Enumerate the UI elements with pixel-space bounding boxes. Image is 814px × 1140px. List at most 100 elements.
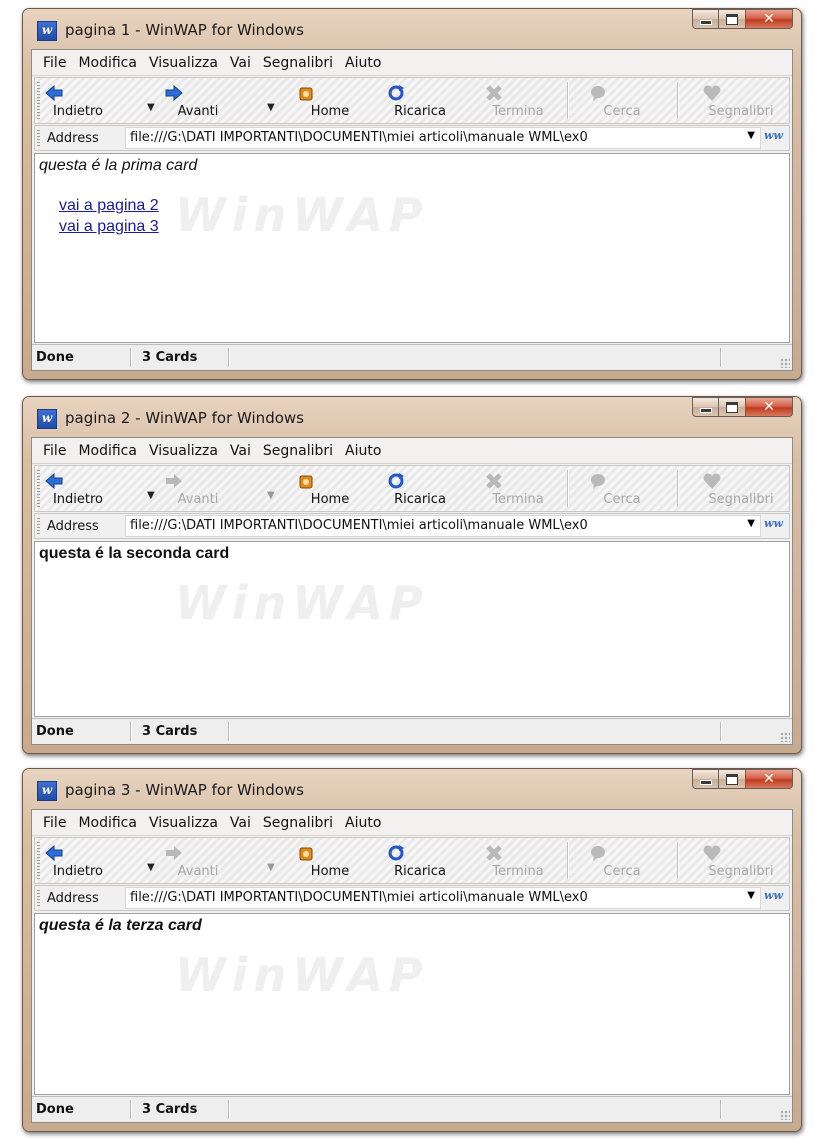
forward-button[interactable]: Avanti xyxy=(163,470,233,510)
minimize-button[interactable] xyxy=(692,769,719,789)
menu-file[interactable]: File xyxy=(43,55,66,71)
winwap-app-icon[interactable]: w xyxy=(37,781,57,801)
minimize-button[interactable] xyxy=(692,9,719,29)
reload-button[interactable]: Ricarica xyxy=(385,470,455,510)
back-dropdown-arrow-icon[interactable]: ▼ xyxy=(147,862,156,873)
address-dropdown-icon[interactable]: ▼ xyxy=(747,890,755,901)
address-grip[interactable] xyxy=(37,518,40,534)
resize-grip[interactable] xyxy=(780,732,790,742)
maximize-icon xyxy=(726,13,738,25)
menu-visualizza[interactable]: Visualizza xyxy=(149,55,218,71)
menu-file[interactable]: File xyxy=(43,443,66,459)
address-bar: Address file:///G:\DATI IMPORTANTI\DOCUM… xyxy=(34,885,790,911)
menu-vai[interactable]: Vai xyxy=(230,443,251,459)
maximize-button[interactable] xyxy=(719,9,746,29)
menu-segnalibri[interactable]: Segnalibri xyxy=(263,55,333,71)
resize-grip[interactable] xyxy=(780,1110,790,1120)
address-input[interactable]: file:///G:\DATI IMPORTANTI\DOCUMENTI\mie… xyxy=(125,515,761,537)
close-button[interactable]: ✕ xyxy=(746,769,793,789)
reload-button[interactable]: Ricarica xyxy=(385,842,455,882)
stop-button[interactable]: Termina xyxy=(483,82,553,122)
window-body: File Modifica Visualizza Vai Segnalibri … xyxy=(31,49,793,371)
menu-aiuto[interactable]: Aiuto xyxy=(345,443,381,459)
forward-dropdown-arrow-icon[interactable]: ▼ xyxy=(267,862,276,873)
search-button[interactable]: Cerca xyxy=(587,842,657,882)
back-dropdown-arrow-icon[interactable]: ▼ xyxy=(147,490,156,501)
menu-file[interactable]: File xyxy=(43,815,66,831)
link-pagina-3[interactable]: vai a pagina 3 xyxy=(59,218,159,236)
toolbar-separator xyxy=(567,82,569,119)
back-dropdown-arrow-icon[interactable]: ▼ xyxy=(147,102,156,113)
toolbar-grip[interactable] xyxy=(37,842,40,879)
forward-arrow-icon xyxy=(165,84,183,102)
menu-aiuto[interactable]: Aiuto xyxy=(345,55,381,71)
back-button[interactable]: Indietro xyxy=(43,82,113,122)
menu-segnalibri[interactable]: Segnalibri xyxy=(263,443,333,459)
toolbar-separator xyxy=(567,470,569,507)
content-area: WinWAP questa é la seconda card xyxy=(34,541,790,717)
forward-button[interactable]: Avanti xyxy=(163,82,233,122)
search-button[interactable]: Cerca xyxy=(587,82,657,122)
close-button[interactable]: ✕ xyxy=(746,397,793,417)
address-bar: Address file:///G:\DATI IMPORTANTI\DOCUM… xyxy=(34,125,790,151)
menu-modifica[interactable]: Modifica xyxy=(78,443,137,459)
status-separator xyxy=(228,722,230,741)
title-bar[interactable]: w pagina 2 - WinWAP for Windows ✕ xyxy=(23,397,801,437)
toolbar-grip[interactable] xyxy=(37,470,40,507)
winwap-go-icon[interactable]: ww xyxy=(764,889,783,902)
address-value: file:///G:\DATI IMPORTANTI\DOCUMENTI\mie… xyxy=(130,518,588,533)
back-button[interactable]: Indietro xyxy=(43,842,113,882)
winwap-app-icon[interactable]: w xyxy=(37,409,57,429)
winwap-go-icon[interactable]: ww xyxy=(764,129,783,142)
menu-aiuto[interactable]: Aiuto xyxy=(345,815,381,831)
menu-vai[interactable]: Vai xyxy=(230,55,251,71)
forward-dropdown-arrow-icon[interactable]: ▼ xyxy=(267,102,276,113)
stop-button[interactable]: Termina xyxy=(483,842,553,882)
menu-vai[interactable]: Vai xyxy=(230,815,251,831)
close-button[interactable]: ✕ xyxy=(746,9,793,29)
address-input[interactable]: file:///G:\DATI IMPORTANTI\DOCUMENTI\mie… xyxy=(125,887,761,909)
forward-label: Avanti xyxy=(177,104,219,119)
winwap-app-icon[interactable]: w xyxy=(37,21,57,41)
search-button[interactable]: Cerca xyxy=(587,470,657,510)
forward-label: Avanti xyxy=(177,492,219,507)
back-button[interactable]: Indietro xyxy=(43,470,113,510)
card-text: questa é la prima card xyxy=(39,157,198,174)
window-pagina-1: w pagina 1 - WinWAP for Windows ✕ File M… xyxy=(22,8,802,380)
bookmarks-button[interactable]: Segnalibri xyxy=(701,82,781,122)
home-button[interactable]: Home xyxy=(295,82,365,122)
search-icon xyxy=(591,846,605,861)
menu-segnalibri[interactable]: Segnalibri xyxy=(263,815,333,831)
menu-visualizza[interactable]: Visualizza xyxy=(149,443,218,459)
minimize-icon xyxy=(699,20,712,25)
link-pagina-2[interactable]: vai a pagina 2 xyxy=(59,197,159,215)
address-dropdown-icon[interactable]: ▼ xyxy=(747,130,755,141)
forward-button[interactable]: Avanti xyxy=(163,842,233,882)
bookmarks-button[interactable]: Segnalibri xyxy=(701,842,781,882)
winwap-go-icon[interactable]: ww xyxy=(764,517,783,530)
home-label: Home xyxy=(310,104,350,119)
status-separator xyxy=(228,1100,230,1119)
toolbar-grip[interactable] xyxy=(37,82,40,119)
address-grip[interactable] xyxy=(37,130,40,146)
address-dropdown-icon[interactable]: ▼ xyxy=(747,518,755,529)
forward-dropdown-arrow-icon[interactable]: ▼ xyxy=(267,490,276,501)
menu-modifica[interactable]: Modifica xyxy=(78,55,137,71)
address-input[interactable]: file:///G:\DATI IMPORTANTI\DOCUMENTI\mie… xyxy=(125,127,761,149)
bookmarks-button[interactable]: Segnalibri xyxy=(701,470,781,510)
menu-modifica[interactable]: Modifica xyxy=(78,815,137,831)
title-bar[interactable]: w pagina 1 - WinWAP for Windows ✕ xyxy=(23,9,801,49)
menu-visualizza[interactable]: Visualizza xyxy=(149,815,218,831)
home-button[interactable]: Home xyxy=(295,842,365,882)
maximize-button[interactable] xyxy=(719,769,746,789)
stop-icon xyxy=(486,473,502,489)
address-grip[interactable] xyxy=(37,890,40,906)
resize-grip[interactable] xyxy=(780,358,790,368)
stop-button[interactable]: Termina xyxy=(483,470,553,510)
maximize-button[interactable] xyxy=(719,397,746,417)
minimize-button[interactable] xyxy=(692,397,719,417)
reload-button[interactable]: Ricarica xyxy=(385,82,455,122)
heart-icon xyxy=(703,85,721,101)
home-button[interactable]: Home xyxy=(295,470,365,510)
title-bar[interactable]: w pagina 3 - WinWAP for Windows ✕ xyxy=(23,769,801,809)
